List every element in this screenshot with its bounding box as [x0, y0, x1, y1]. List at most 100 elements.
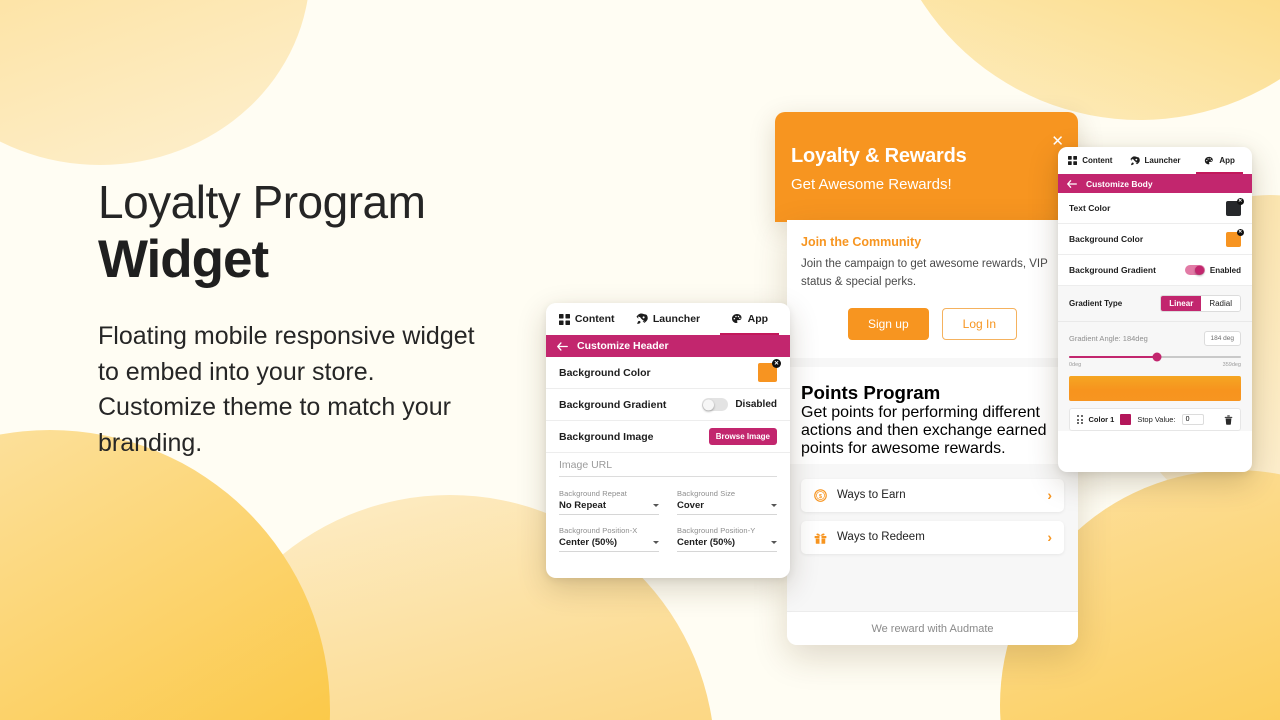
panel-tabs: Content Launcher App [546, 303, 790, 335]
gradient-type-segmented-control: Linear Radial [1160, 295, 1241, 312]
list-item-ways-to-redeem[interactable]: Ways to Redeem › [801, 520, 1064, 554]
gradient-stop-value-input[interactable]: 0 [1181, 414, 1204, 425]
gradient-angle-value-input[interactable]: 184 deg [1203, 331, 1241, 346]
select-value: Cover [677, 500, 704, 511]
breadcrumb-label: Customize Body [1086, 178, 1153, 189]
select-background-repeat[interactable]: Background Repeat No Repeat [559, 489, 659, 515]
list-item-label: Ways to Redeem [837, 531, 925, 544]
row-gradient-type: Gradient Type Linear Radial [1058, 286, 1252, 322]
points-heading: Points Program [801, 381, 941, 403]
trash-icon[interactable] [1224, 414, 1233, 425]
slider-min-label: 0deg [1069, 362, 1082, 368]
breadcrumb-label: Customize Header [577, 340, 669, 352]
tab-label: Launcher [652, 313, 701, 325]
toggle-state-label: Disabled [735, 399, 777, 410]
blob-top-right [880, 0, 1280, 120]
gradient-settings-group: Gradient Type Linear Radial Gradient Ang… [1058, 286, 1252, 431]
row-label: Background Color [1069, 234, 1144, 244]
gradient-stop-value-label: Stop Value: [1137, 415, 1176, 424]
blob-top-left [0, 0, 310, 165]
hero-title-line-2: Widget [98, 230, 269, 290]
palette-icon [731, 313, 743, 325]
hero-text-block: Loyalty Program Widget Floating mobile r… [98, 178, 518, 461]
clear-color-icon[interactable]: ✕ [1236, 228, 1244, 236]
community-text: Join the campaign to get awesome rewards… [801, 258, 1048, 288]
breadcrumb-customize-header[interactable]: Customize Header [546, 335, 790, 357]
background-gradient-toggle[interactable] [702, 398, 729, 411]
list-item-label: Ways to Earn [837, 489, 906, 502]
tab-content[interactable]: Content [546, 303, 627, 335]
row-gradient-angle: Gradient Angle: 184deg 184 deg [1058, 322, 1252, 350]
select-label: Background Size [677, 489, 736, 498]
widget-subtitle: Get Awesome Rewards! [791, 176, 952, 193]
gradient-angle-label: Gradient Angle: 184deg [1069, 334, 1148, 343]
blob-bottom-left [0, 430, 330, 720]
tab-app[interactable]: App [709, 303, 790, 335]
hero-title-line-1: Loyalty Program [98, 176, 426, 228]
background-color-swatch[interactable]: ✕ [758, 359, 781, 382]
select-value: Center (50%) [677, 537, 736, 548]
clear-color-icon[interactable]: ✕ [772, 359, 781, 368]
select-value: Center (50%) [559, 537, 618, 548]
text-color-swatch[interactable]: ✕ [1226, 197, 1244, 216]
points-section: Points Program Get points for performing… [787, 366, 1078, 464]
background-color-swatch[interactable]: ✕ [1226, 228, 1244, 247]
gradient-angle-slider[interactable]: 0deg 359deg [1058, 350, 1252, 372]
tab-launcher[interactable]: Launcher [1123, 147, 1188, 174]
slider-thumb[interactable] [1152, 352, 1162, 362]
tab-label: Content [1082, 156, 1113, 165]
rocket-icon [636, 313, 648, 325]
chevron-right-icon: › [1047, 529, 1052, 546]
toggle-state-label: Enabled [1209, 265, 1241, 275]
row-label: Background Gradient [1069, 265, 1156, 275]
tab-label: App [747, 313, 769, 325]
chevron-down-icon [653, 504, 659, 507]
palette-icon [1204, 156, 1214, 166]
points-actions-list: $ Ways to Earn › Ways to Redeem › [787, 463, 1078, 568]
segment-linear[interactable]: Linear [1161, 296, 1202, 311]
background-gradient-toggle[interactable] [1184, 265, 1205, 275]
select-background-position-x[interactable]: Background Position-X Center (50%) [559, 526, 659, 552]
segment-radial[interactable]: Radial [1201, 296, 1240, 311]
arrow-left-icon [557, 341, 568, 351]
gradient-preview [1069, 376, 1241, 401]
points-text: Get points for performing different acti… [801, 403, 1047, 457]
chevron-down-icon [771, 504, 777, 507]
community-heading: Join the Community [801, 235, 922, 249]
image-url-placeholder: Image URL [559, 459, 777, 477]
tab-label: App [1219, 156, 1235, 165]
tab-app[interactable]: App [1187, 147, 1252, 174]
gradient-stop-color-swatch[interactable] [1120, 414, 1132, 425]
panel-tabs: Content Launcher App [1058, 147, 1252, 174]
clear-color-icon[interactable]: ✕ [1236, 197, 1244, 205]
list-item-ways-to-earn[interactable]: $ Ways to Earn › [801, 478, 1064, 512]
drag-handle-icon[interactable] [1077, 415, 1083, 424]
tab-label: Launcher [1144, 156, 1181, 165]
select-background-position-y[interactable]: Background Position-Y Center (50%) [677, 526, 777, 552]
sign-up-button[interactable]: Sign up [847, 307, 929, 340]
tab-content[interactable]: Content [1058, 147, 1123, 174]
gradient-stop-name: Color 1 [1088, 415, 1115, 424]
slider-track[interactable] [1069, 352, 1241, 362]
row-background-color: Background Color ✕ [546, 357, 790, 389]
breadcrumb-customize-body[interactable]: Customize Body [1058, 174, 1252, 193]
log-in-button[interactable]: Log In [941, 307, 1018, 340]
community-actions: Sign up Log In [801, 307, 1064, 340]
tab-launcher[interactable]: Launcher [627, 303, 708, 335]
gift-icon [813, 530, 828, 545]
customize-header-panel: Content Launcher App Customize Header Ba… [546, 303, 790, 578]
select-value: No Repeat [559, 500, 606, 511]
svg-text:$: $ [819, 493, 822, 499]
browse-image-button[interactable]: Browse Image [708, 428, 777, 445]
coin-icon: $ [813, 488, 828, 503]
loyalty-widget-body: Join the Community Join the campaign to … [787, 220, 1078, 645]
row-background-gradient: Background Gradient Disabled [546, 389, 790, 421]
arrow-left-icon [1067, 179, 1077, 188]
gradient-type-label: Gradient Type [1069, 299, 1123, 308]
gradient-preview-wrapper [1058, 372, 1252, 401]
tab-label: Content [574, 313, 615, 325]
toggle-knob [1195, 265, 1204, 275]
image-url-field[interactable]: Image URL [546, 453, 790, 483]
chevron-down-icon [653, 541, 659, 544]
select-background-size[interactable]: Background Size Cover [677, 489, 777, 515]
